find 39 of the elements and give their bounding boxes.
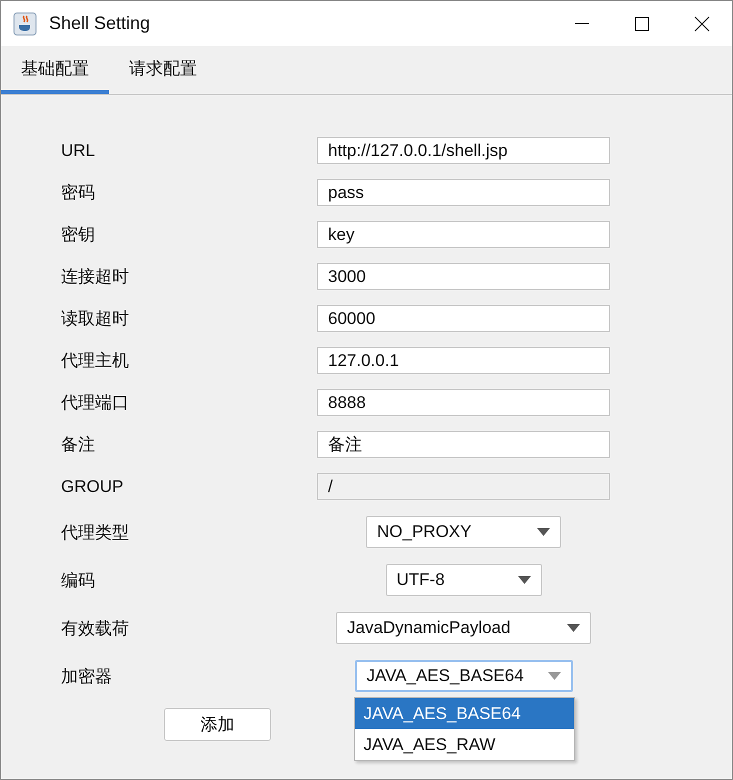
field-label: URL <box>61 140 96 160</box>
minimize-icon <box>575 23 589 24</box>
tab[interactable]: 基础配置 <box>1 46 109 94</box>
coffee-cup-icon <box>13 12 37 36</box>
input-field[interactable]: 8888 <box>317 389 610 416</box>
caret-icon <box>537 528 550 536</box>
window-title: Shell Setting <box>49 13 152 34</box>
caret-icon <box>567 624 580 632</box>
field-label: 代理端口 <box>61 392 130 414</box>
close-icon <box>694 16 710 32</box>
field-label: 密码 <box>61 182 96 204</box>
dropdown[interactable]: JAVA_AES_BASE64 <box>354 660 572 692</box>
field-label: 代理主机 <box>61 350 130 372</box>
maximize-icon <box>634 16 650 32</box>
dropdown[interactable]: UTF-8 <box>386 564 542 596</box>
field-label: 编码 <box>61 570 96 592</box>
menu-item[interactable]: JAVA_AES_BASE64 <box>354 698 574 729</box>
tab[interactable]: 请求配置 <box>109 46 217 94</box>
input-field[interactable]: 3000 <box>317 263 610 290</box>
field-label: 连接超时 <box>61 266 130 288</box>
field-label: 有效载荷 <box>61 618 130 640</box>
input-field[interactable]: http://127.0.0.1/shell.jsp <box>317 137 610 164</box>
caret-icon <box>518 576 530 584</box>
field-label: 读取超时 <box>61 308 130 330</box>
dropdown[interactable]: NO_PROXY <box>366 516 561 548</box>
field-label: 密钥 <box>61 224 96 246</box>
menu-item[interactable]: JAVA_AES_RAW <box>354 729 574 760</box>
input-field[interactable]: pass <box>317 179 610 206</box>
field-label: GROUP <box>61 476 124 496</box>
add-button[interactable]: 添加 <box>164 708 271 741</box>
input-field[interactable]: 备注 <box>317 431 610 458</box>
input-field[interactable]: 127.0.0.1 <box>317 347 610 374</box>
input-field[interactable]: key <box>317 221 610 248</box>
input-field[interactable]: 60000 <box>317 305 610 332</box>
dropdown[interactable]: JavaDynamicPayload <box>336 612 591 644</box>
field-label: 代理类型 <box>61 522 130 544</box>
caret-icon <box>548 672 560 680</box>
field-label: 备注 <box>61 434 96 456</box>
field-label: 加密器 <box>61 666 113 688</box>
